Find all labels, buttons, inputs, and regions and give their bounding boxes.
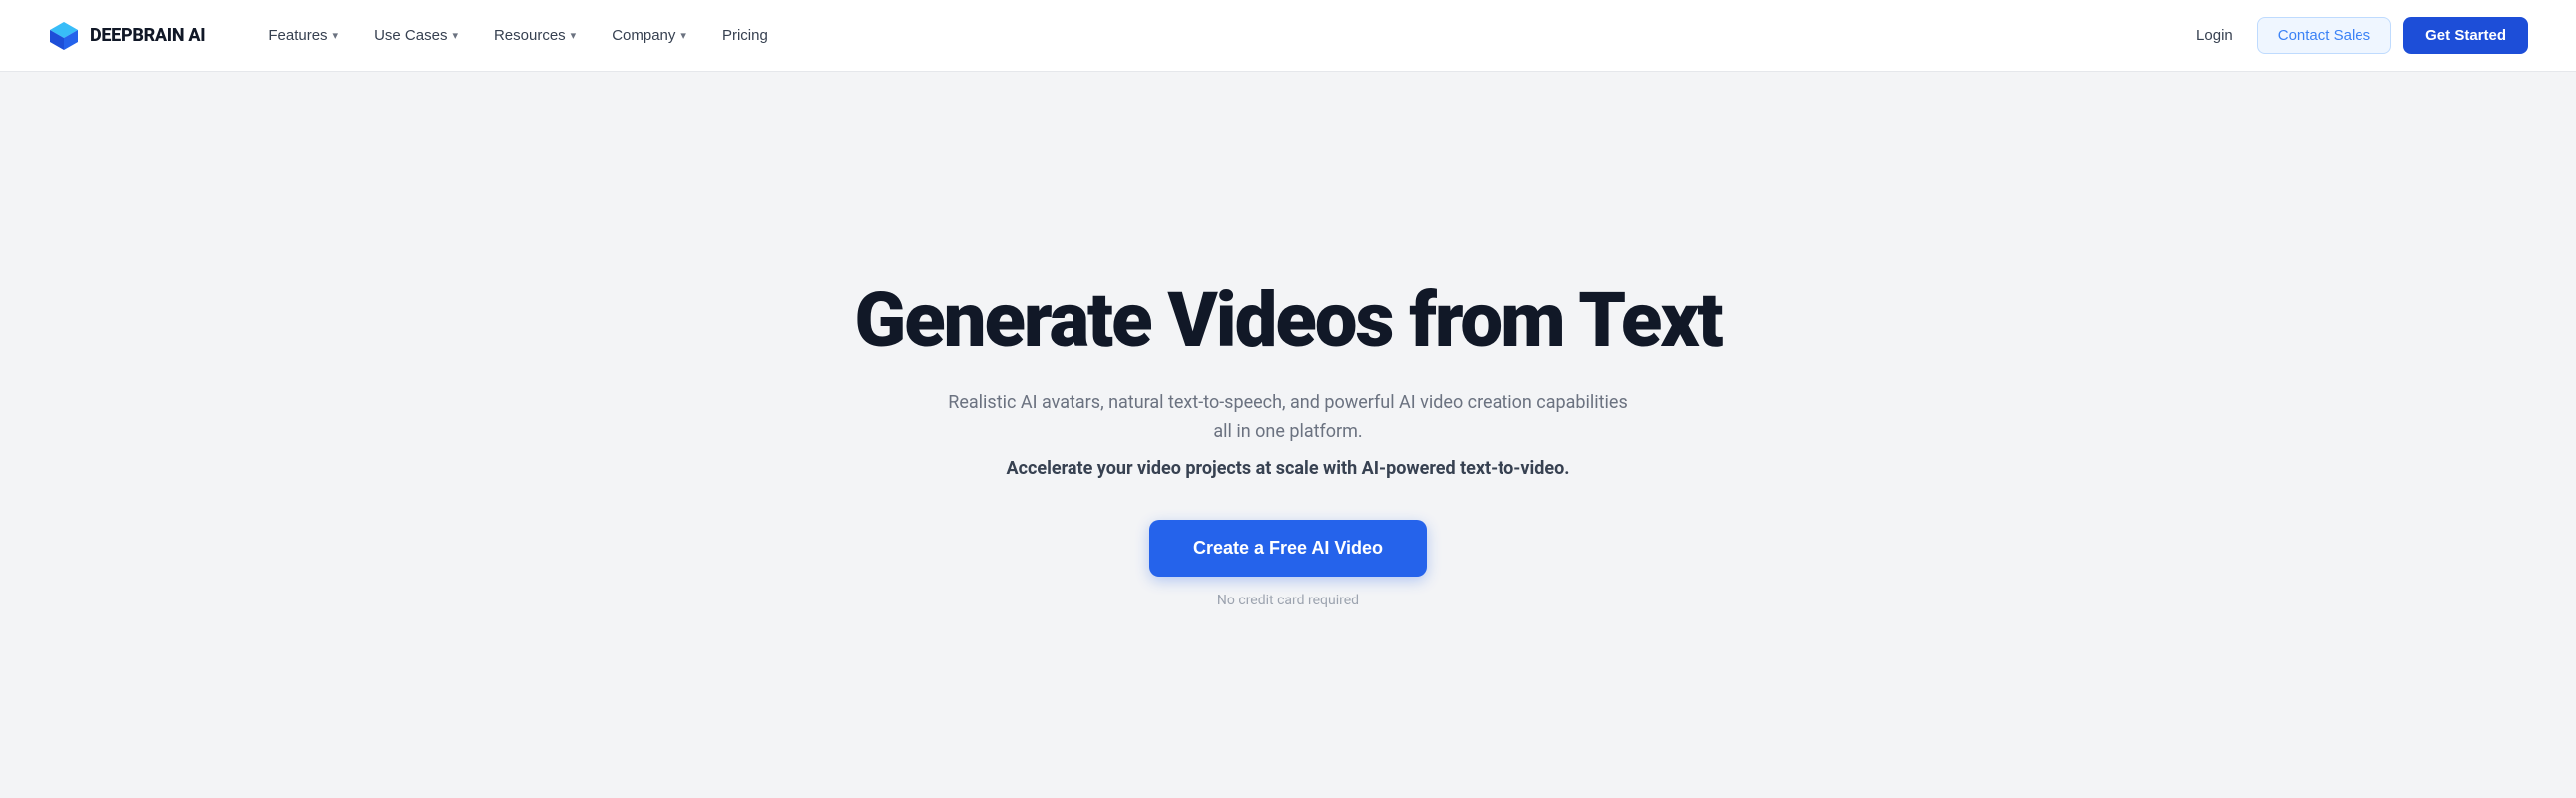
- logo-icon: [48, 20, 80, 52]
- hero-subtitle: Realistic AI avatars, natural text-to-sp…: [939, 389, 1637, 447]
- nav-right: Login Contact Sales Get Started: [2184, 17, 2528, 54]
- nav-company[interactable]: Company ▾: [596, 19, 702, 52]
- logo-link[interactable]: DEEPBRAIN AI: [48, 20, 205, 52]
- nav-use-cases[interactable]: Use Cases ▾: [358, 19, 474, 52]
- chevron-down-icon: ▾: [680, 29, 686, 42]
- chevron-down-icon: ▾: [571, 29, 577, 42]
- no-credit-label: No credit card required: [1217, 593, 1359, 608]
- create-free-video-button[interactable]: Create a Free AI Video: [1149, 520, 1427, 577]
- navbar: DEEPBRAIN AI Features ▾ Use Cases ▾ Reso…: [0, 0, 2576, 72]
- nav-features[interactable]: Features ▾: [252, 19, 354, 52]
- chevron-down-icon: ▾: [333, 29, 339, 42]
- contact-sales-button[interactable]: Contact Sales: [2257, 17, 2391, 54]
- nav-links: Features ▾ Use Cases ▾ Resources ▾ Compa…: [252, 19, 2184, 52]
- chevron-down-icon: ▾: [452, 29, 458, 42]
- hero-section: Generate Videos from Text Realistic AI a…: [0, 72, 2576, 798]
- hero-title: Generate Videos from Text: [854, 281, 1721, 361]
- logo-text: DEEPBRAIN AI: [90, 25, 205, 46]
- hero-subtitle-bold: Accelerate your video projects at scale …: [1007, 455, 1570, 484]
- get-started-button[interactable]: Get Started: [2403, 17, 2528, 54]
- nav-resources[interactable]: Resources ▾: [478, 19, 592, 52]
- login-button[interactable]: Login: [2184, 19, 2245, 52]
- nav-pricing[interactable]: Pricing: [706, 19, 784, 52]
